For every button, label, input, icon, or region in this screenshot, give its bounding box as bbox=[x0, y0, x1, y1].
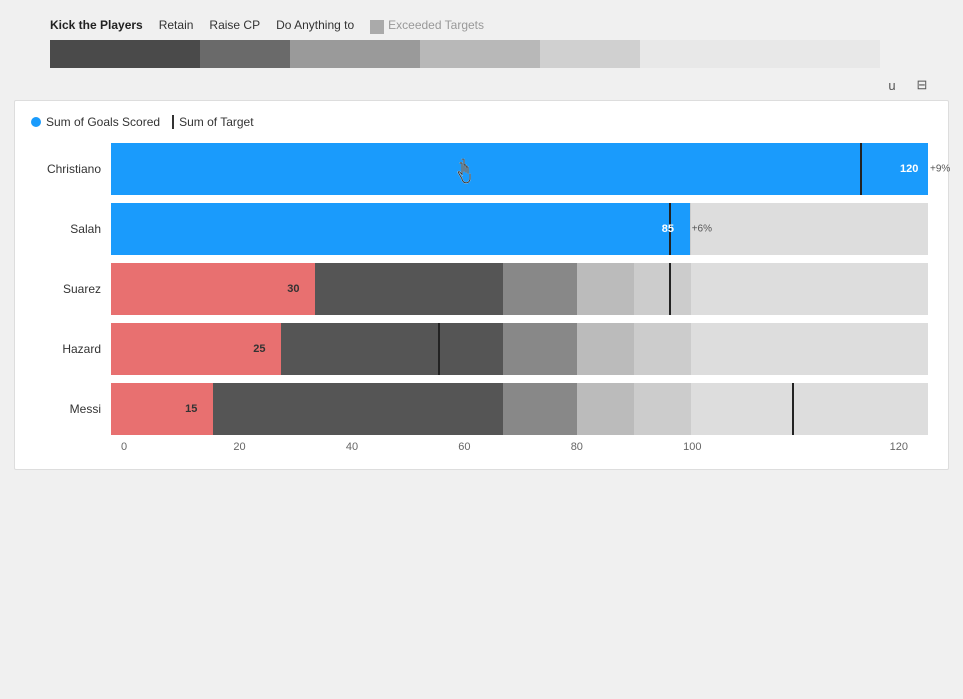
x-axis: 020406080100120 bbox=[121, 441, 928, 453]
value-label-hazard: 25 bbox=[253, 343, 265, 355]
value-label-christiano: 120 bbox=[900, 163, 918, 175]
swatch-1[interactable] bbox=[50, 40, 200, 68]
bar-row-hazard: Hazard 25 bbox=[31, 323, 928, 375]
chart-legend: Sum of Goals Scored Sum of Target bbox=[31, 115, 928, 129]
bar-label-christiano: Christiano bbox=[31, 162, 111, 176]
value-label-salah: 85 bbox=[662, 223, 674, 235]
filter-raise[interactable]: Raise CP bbox=[209, 18, 276, 36]
pct-label-christiano: +9% bbox=[930, 164, 950, 175]
swatch-2[interactable] bbox=[200, 40, 290, 68]
cursor-pointer bbox=[454, 159, 476, 193]
chart-area: Christiano120+9% Salah 85 +6% Suarez 30 Hazard… bbox=[31, 143, 928, 437]
legend-dot-goals bbox=[31, 117, 41, 127]
x-tick-0: 0 bbox=[121, 441, 233, 453]
bar-row-christiano: Christiano120+9% bbox=[31, 143, 928, 195]
filter-icon-square bbox=[370, 20, 384, 34]
x-tick-120: 120 bbox=[796, 441, 908, 453]
x-tick-40: 40 bbox=[346, 441, 458, 453]
value-label-suarez: 30 bbox=[287, 283, 299, 295]
bar-label-hazard: Hazard bbox=[31, 342, 111, 356]
icons-row: u ⊟ bbox=[10, 68, 953, 100]
swatch-6[interactable] bbox=[640, 40, 880, 68]
x-tick-80: 80 bbox=[571, 441, 683, 453]
swatch-4[interactable] bbox=[420, 40, 540, 68]
target-line-messi bbox=[792, 383, 794, 435]
legend-target: Sum of Target bbox=[172, 115, 253, 129]
target-line-hazard bbox=[438, 323, 440, 375]
bar-row-suarez: Suarez 30 bbox=[31, 263, 928, 315]
bar-container-hazard: 25 bbox=[111, 323, 928, 375]
bar-fill-suarez bbox=[111, 263, 315, 315]
filter-kick[interactable]: Kick the Players bbox=[50, 18, 159, 36]
legend-line-target bbox=[172, 115, 174, 129]
bar-label-salah: Salah bbox=[31, 222, 111, 236]
bar-container-salah: 85 +6% bbox=[111, 203, 928, 255]
swatch-5[interactable] bbox=[540, 40, 640, 68]
bar-label-suarez: Suarez bbox=[31, 282, 111, 296]
legend-goals: Sum of Goals Scored bbox=[31, 115, 160, 129]
x-tick-20: 20 bbox=[233, 441, 345, 453]
bar-fill-messi bbox=[111, 383, 213, 435]
filter-retain[interactable]: Retain bbox=[159, 18, 210, 36]
legend-target-label: Sum of Target bbox=[179, 115, 253, 129]
filter-exceeded[interactable]: Exceeded Targets bbox=[388, 18, 500, 36]
filter-bar: Kick the Players Retain Raise CP Do Anyt… bbox=[10, 10, 953, 40]
bar-fill-christiano bbox=[111, 143, 928, 195]
icon-square[interactable]: ⊟ bbox=[911, 74, 933, 96]
bar-label-messi: Messi bbox=[31, 402, 111, 416]
filter-swatches bbox=[50, 40, 953, 68]
x-tick-60: 60 bbox=[458, 441, 570, 453]
bar-row-salah: Salah 85 +6% bbox=[31, 203, 928, 255]
icon-u[interactable]: u bbox=[881, 74, 903, 96]
swatch-3[interactable] bbox=[290, 40, 420, 68]
legend-goals-label: Sum of Goals Scored bbox=[46, 115, 160, 129]
chart-card: Sum of Goals Scored Sum of Target Christ… bbox=[14, 100, 949, 470]
bar-row-messi: Messi 15 bbox=[31, 383, 928, 435]
value-label-messi: 15 bbox=[185, 403, 197, 415]
bar-container-messi: 15 bbox=[111, 383, 928, 435]
target-line-suarez bbox=[669, 263, 671, 315]
bar-container-christiano: 120+9% bbox=[111, 143, 928, 195]
bar-container-suarez: 30 bbox=[111, 263, 928, 315]
bar-bg-messi bbox=[111, 383, 928, 435]
bar-fill-salah bbox=[111, 203, 690, 255]
x-tick-100: 100 bbox=[683, 441, 795, 453]
pct-label-salah: +6% bbox=[692, 224, 712, 235]
target-line-christiano bbox=[860, 143, 862, 195]
filter-anything[interactable]: Do Anything to bbox=[276, 18, 370, 36]
